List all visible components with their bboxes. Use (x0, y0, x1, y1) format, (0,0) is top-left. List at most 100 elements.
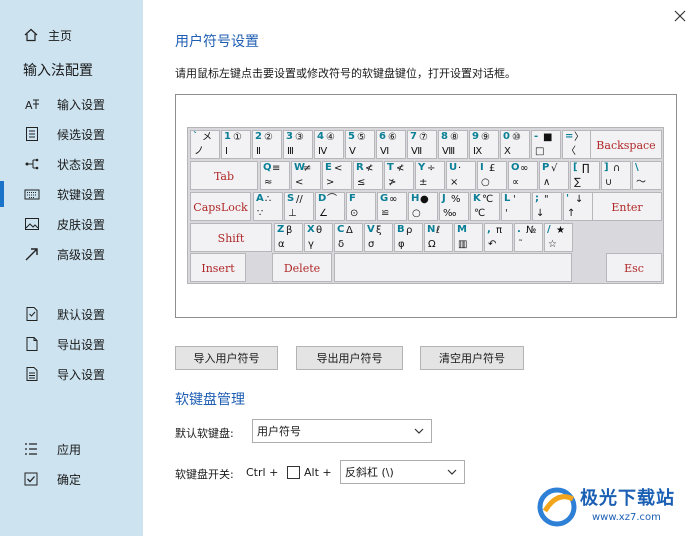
import-symbols-button[interactable]: 导入用户符号 (175, 346, 278, 370)
symbol-key[interactable]: 9⑨ Ⅸ (469, 130, 499, 159)
symbol-key[interactable]: A ∴ ∵ (253, 192, 283, 221)
symbol-key[interactable]: H ● ○ (408, 192, 438, 221)
sidebar-item-softkey-settings[interactable]: 软键设置 (0, 180, 143, 208)
symbol-key[interactable]: \ ～ (632, 161, 662, 190)
symbol-key[interactable]: 0⑩Ⅹ (500, 130, 530, 159)
clear-symbols-button[interactable]: 清空用户符号 (420, 346, 524, 370)
key-name: H (411, 193, 420, 204)
sidebar-item-status-settings[interactable]: 状态设置 (0, 150, 143, 178)
symbol-key[interactable]: ; " ↓ (532, 192, 562, 221)
key-name: U (449, 162, 458, 173)
key-symbol: ⑦ (419, 132, 428, 143)
key-symbol: ' (505, 208, 508, 219)
symbol-key[interactable]: Y ÷ ± (415, 161, 445, 190)
key-label: Insert (201, 262, 235, 275)
symbol-key[interactable]: S// ⊥ (284, 192, 314, 221)
key-symbol: ∵ (257, 208, 264, 219)
symbol-key[interactable]: ` メノ (190, 130, 220, 159)
symbol-key[interactable]: U · × (446, 161, 476, 190)
symbol-key[interactable]: 4④ Ⅳ (314, 130, 344, 159)
symbol-key[interactable]: R ≮ ≤ (353, 161, 383, 190)
symbol-key[interactable]: - ■ □ (531, 130, 561, 159)
sidebar-heading: 输入法配置 (23, 63, 93, 79)
sidebar-item-input-settings[interactable]: A 输入设置 (0, 90, 143, 118)
key-name: 9 (472, 131, 479, 142)
symbol-key[interactable]: Bρφ (394, 223, 423, 252)
symbol-key[interactable]: 5⑤Ⅴ (345, 130, 375, 159)
sidebar-item-label: 主页 (48, 28, 73, 43)
symbol-key[interactable]: W ≠ < (291, 161, 321, 190)
sidebar-item-home[interactable]: 主页 (0, 21, 143, 49)
symbol-key[interactable]: P √ ∧ (539, 161, 569, 190)
arrow-icon (24, 246, 40, 262)
ctrl-label: Ctrl + (246, 466, 279, 479)
key-symbol: ⑩ (512, 132, 521, 143)
symbol-key[interactable]: D ⌒ ∠ (315, 192, 345, 221)
symbol-key[interactable]: CΔδ (334, 223, 363, 252)
sidebar-item-import-settings[interactable]: 导入设置 (0, 360, 143, 388)
alt-checkbox[interactable] (287, 466, 300, 479)
capslock-key[interactable]: CapsLock (190, 192, 251, 221)
sidebar-item-candidate-settings[interactable]: 候选设置 (0, 120, 143, 148)
symbol-key[interactable]: 1①Ⅰ (221, 130, 251, 159)
sidebar-item-default-settings[interactable]: 默认设置 (0, 300, 143, 328)
symbol-key[interactable]: E < > (322, 161, 352, 190)
key-name: 5 (348, 131, 355, 142)
symbol-key[interactable]: 7⑦ Ⅶ (407, 130, 437, 159)
symbol-key[interactable]: NℓΩ (424, 223, 453, 252)
delete-key[interactable]: Delete (272, 253, 332, 282)
symbol-key[interactable]: Vξσ (364, 223, 393, 252)
tab-key[interactable]: Tab (190, 161, 258, 190)
symbol-key[interactable]: . № ˜ (514, 223, 543, 252)
symbol-key[interactable]: L ' ' (501, 192, 531, 221)
sidebar-item-export-settings[interactable]: 导出设置 (0, 330, 143, 358)
symbol-key[interactable]: Zβα (274, 223, 303, 252)
key-name: 7 (410, 131, 417, 142)
symbol-key[interactable]: = 〉〈 (562, 130, 592, 159)
key-name: A (256, 193, 264, 204)
shift-key[interactable]: Shift (190, 223, 272, 252)
key-symbol: ≯ (388, 177, 397, 188)
symbol-key[interactable]: [∏ ∑ (570, 161, 600, 190)
sidebar-item-advanced-settings[interactable]: 高级设置 (0, 240, 143, 268)
symbol-key[interactable]: T ≮ ≯ (384, 161, 414, 190)
sidebar-item-confirm[interactable]: 确定 (0, 465, 143, 493)
symbol-key[interactable]: Xθγ (304, 223, 333, 252)
keyboard-switch-select[interactable]: 反斜杠 (\) (340, 460, 465, 484)
sidebar-item-skin-settings[interactable]: 皮肤设置 (0, 210, 143, 238)
symbol-key[interactable]: 2②Ⅱ (252, 130, 282, 159)
insert-key[interactable]: Insert (190, 253, 246, 282)
key-symbol: φ (398, 239, 405, 250)
key-name: P (542, 162, 550, 173)
enter-key[interactable]: Enter (592, 192, 662, 221)
symbol-key[interactable]: , π ↶ (484, 223, 513, 252)
key-name: E (325, 162, 332, 173)
key-symbol: ⑧ (450, 132, 459, 143)
sidebar-item-apply[interactable]: 应用 (0, 435, 143, 463)
symbol-key[interactable]: 6⑥ Ⅵ (376, 130, 406, 159)
close-button[interactable] (671, 7, 689, 25)
key-symbol: ○ (481, 177, 490, 188)
symbol-key[interactable]: I £ ○ (477, 161, 507, 190)
symbol-key[interactable]: / ★ ☆ (544, 223, 573, 252)
symbol-key[interactable]: J% ‰ (439, 192, 469, 221)
symbol-key[interactable]: M ▥ (454, 223, 483, 252)
symbol-key[interactable]: G ∞ ≌ (377, 192, 407, 221)
space-key[interactable] (334, 253, 572, 282)
symbol-key[interactable]: F ⊙ (346, 192, 376, 221)
key-name: J (442, 193, 446, 204)
symbol-key[interactable]: ] ∩ ∪ (601, 161, 631, 190)
symbol-key[interactable]: 3③Ⅲ (283, 130, 313, 159)
sidebar-item-label: 软键设置 (57, 187, 106, 202)
symbol-key[interactable]: ' ↓ ↑ (563, 192, 593, 221)
export-symbols-button[interactable]: 导出用户符号 (296, 346, 403, 370)
symbol-key[interactable]: Q ≡ ≈ (260, 161, 290, 190)
symbol-key[interactable]: O ∞ ∝ (508, 161, 538, 190)
key-name: X (307, 224, 315, 235)
backspace-key[interactable]: Backspace (590, 130, 662, 159)
symbol-key[interactable]: K ℃ ℃ (470, 192, 500, 221)
symbol-key[interactable]: 8⑧ Ⅷ (438, 130, 468, 159)
esc-key[interactable]: Esc (606, 253, 662, 282)
key-name: / (547, 224, 551, 235)
default-keyboard-select[interactable]: 用户符号 (252, 419, 432, 443)
